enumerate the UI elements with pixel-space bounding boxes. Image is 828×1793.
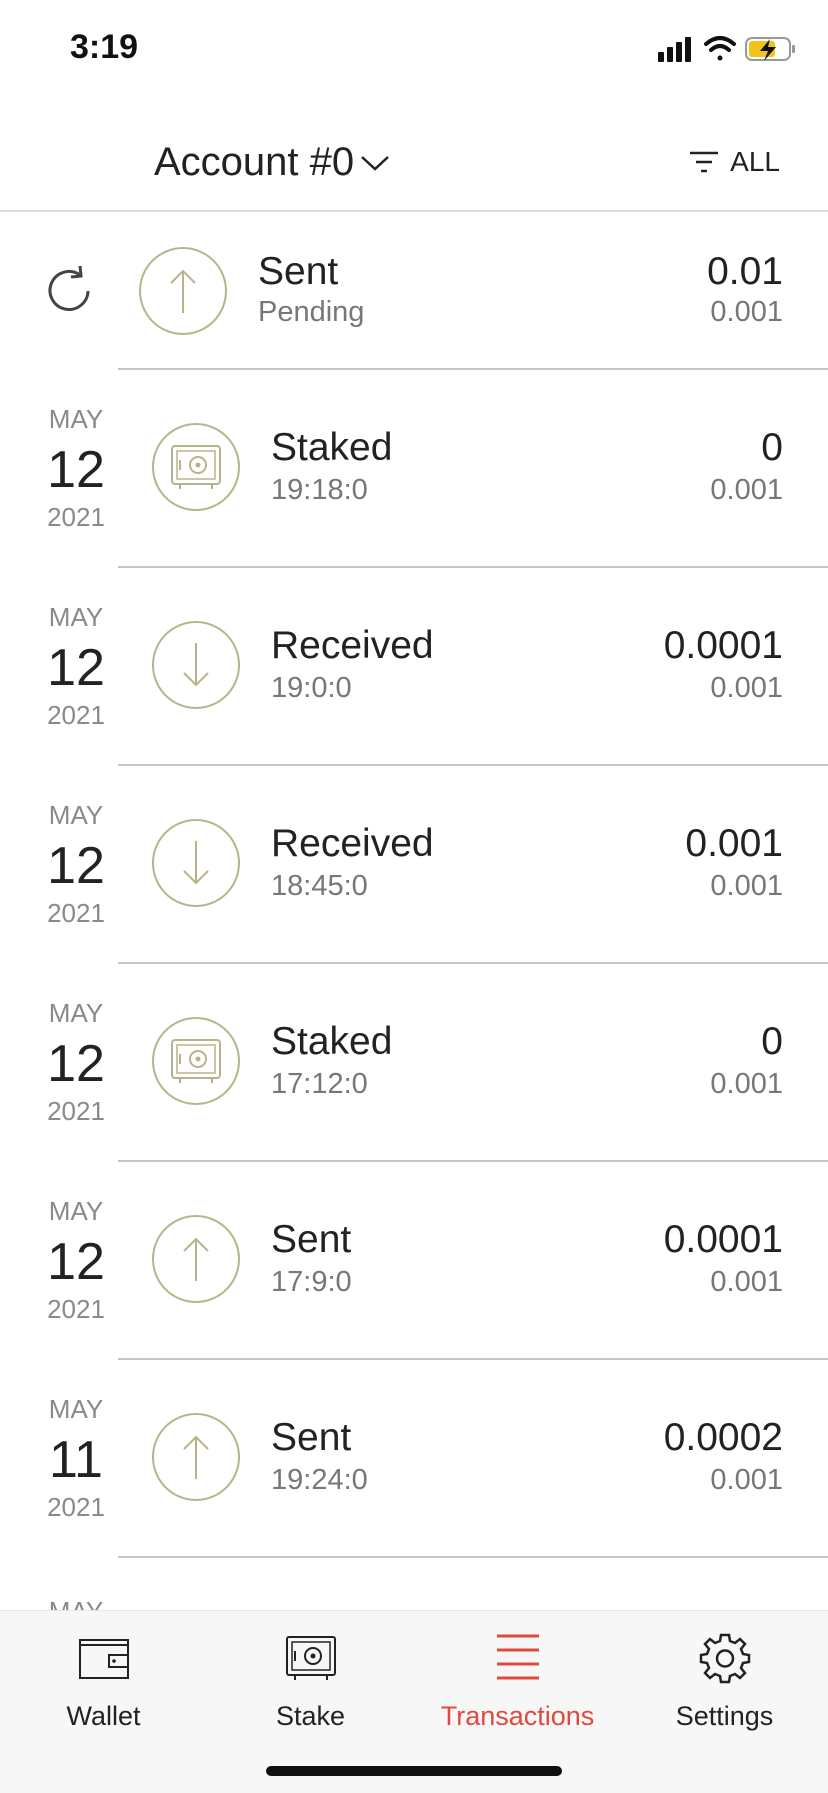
transaction-type: Received: [271, 822, 434, 865]
transaction-fee: 0.001: [710, 1464, 783, 1496]
safe-icon: [152, 423, 240, 511]
transaction-amount: 0: [761, 426, 783, 469]
transaction-type: Sent: [271, 1218, 352, 1261]
transaction-list: Sent Pending 0.01 0.001 MAY 12 2021 Stak…: [0, 212, 828, 1558]
status-icons: [658, 36, 795, 62]
transaction-type: Staked: [271, 1020, 393, 1063]
pending-transaction-row[interactable]: Sent Pending 0.01 0.001: [0, 212, 828, 370]
tab-transactions[interactable]: Transactions: [414, 1629, 621, 1732]
transaction-amount: 0.001: [685, 822, 783, 865]
list-icon: [496, 1634, 539, 1680]
date-month: MAY: [48, 998, 104, 1028]
account-label: Account #0: [154, 140, 355, 184]
date-month: MAY: [48, 1196, 104, 1226]
arrow-up-icon: [152, 1413, 240, 1501]
status-bar: 3:19: [0, 0, 828, 100]
chevron-down-icon: [361, 155, 389, 171]
transaction-status: Pending: [258, 296, 365, 328]
transaction-amount: 0.01: [707, 250, 783, 293]
filter-icon: [690, 151, 719, 173]
refresh-icon[interactable]: [40, 262, 98, 320]
arrow-up-icon: [139, 247, 227, 335]
transaction-type: Sent: [271, 1416, 352, 1459]
tab-label: Stake: [275, 1701, 346, 1731]
transaction-time: 17:9:0: [271, 1266, 352, 1298]
transaction-type: Received: [271, 624, 434, 667]
date-year: 2021: [47, 700, 105, 730]
date-year: 2021: [47, 1096, 105, 1126]
safe-icon: [285, 1636, 336, 1680]
transaction-type: Sent: [258, 250, 339, 293]
transaction-row[interactable]: MAY 12 2021 Staked 19:18:0 0 0.001: [0, 370, 828, 568]
transaction-fee: 0.001: [710, 1266, 783, 1298]
home-indicator: [266, 1766, 562, 1776]
tab-settings[interactable]: Settings: [621, 1629, 828, 1732]
battery-charging-icon: [745, 37, 795, 61]
tab-wallet[interactable]: Wallet: [0, 1629, 207, 1732]
transaction-type: Staked: [271, 426, 393, 469]
transaction-fee: 0.001: [710, 1068, 783, 1100]
transaction-amount: 0.0001: [663, 1218, 783, 1261]
transaction-time: 17:12:0: [271, 1068, 368, 1100]
safe-icon: [152, 1017, 240, 1105]
tab-label: Settings: [675, 1701, 774, 1731]
arrow-down-icon: [152, 621, 240, 709]
transaction-row[interactable]: MAY 11 2021 Sent 19:24:0 0.0002 0.001: [0, 1360, 828, 1558]
cellular-signal-icon: [658, 37, 691, 62]
transaction-fee: 0.001: [710, 296, 783, 328]
row-divider: [118, 1556, 828, 1558]
transaction-fee: 0.001: [710, 870, 783, 902]
transaction-time: 19:0:0: [271, 672, 352, 704]
date-year: 2021: [47, 1294, 105, 1324]
date-month: MAY: [48, 404, 104, 434]
date-year: 2021: [47, 898, 105, 928]
date-day: 12: [47, 639, 105, 697]
transaction-row[interactable]: MAY 12 2021 Received 19:0:0 0.0001 0.001: [0, 568, 828, 766]
date-day: 12: [47, 441, 105, 499]
transaction-time: 19:18:0: [271, 474, 368, 506]
arrow-down-icon: [152, 819, 240, 907]
transaction-amount: 0: [761, 1020, 783, 1063]
date-month: MAY: [48, 1394, 104, 1424]
transaction-fee: 0.001: [710, 474, 783, 506]
transaction-amount: 0.0001: [663, 624, 783, 667]
account-selector[interactable]: Account #0: [154, 140, 392, 185]
header: Account #0 ALL: [0, 100, 828, 212]
date-day: 12: [47, 1035, 105, 1093]
wallet-icon: [78, 1639, 129, 1679]
transaction-row[interactable]: MAY 12 2021 Received 18:45:0 0.001 0.001: [0, 766, 828, 964]
transaction-time: 18:45:0: [271, 870, 368, 902]
transaction-fee: 0.001: [710, 672, 783, 704]
date-year: 2021: [47, 1492, 105, 1522]
tab-stake[interactable]: Stake: [207, 1629, 414, 1732]
transaction-amount: 0.0002: [663, 1416, 783, 1459]
date-year: 2021: [47, 502, 105, 532]
date-month: MAY: [48, 602, 104, 632]
transaction-time: 19:24:0: [271, 1464, 368, 1496]
transaction-row[interactable]: MAY 12 2021 Sent 17:9:0 0.0001 0.001: [0, 1162, 828, 1360]
status-time: 3:19: [70, 28, 139, 66]
arrow-up-icon: [152, 1215, 240, 1303]
gear-icon: [699, 1633, 750, 1684]
date-day: 12: [47, 837, 105, 895]
filter-button[interactable]: ALL: [688, 146, 780, 178]
wifi-icon: [704, 36, 736, 61]
date-month: MAY: [48, 800, 104, 830]
tab-label: Transactions: [440, 1701, 595, 1731]
tab-label: Wallet: [66, 1701, 141, 1731]
date-day: 11: [49, 1431, 103, 1489]
transaction-row[interactable]: MAY 12 2021 Staked 17:12:0 0 0.001: [0, 964, 828, 1162]
date-day: 12: [47, 1233, 105, 1291]
filter-label: ALL: [730, 146, 780, 177]
